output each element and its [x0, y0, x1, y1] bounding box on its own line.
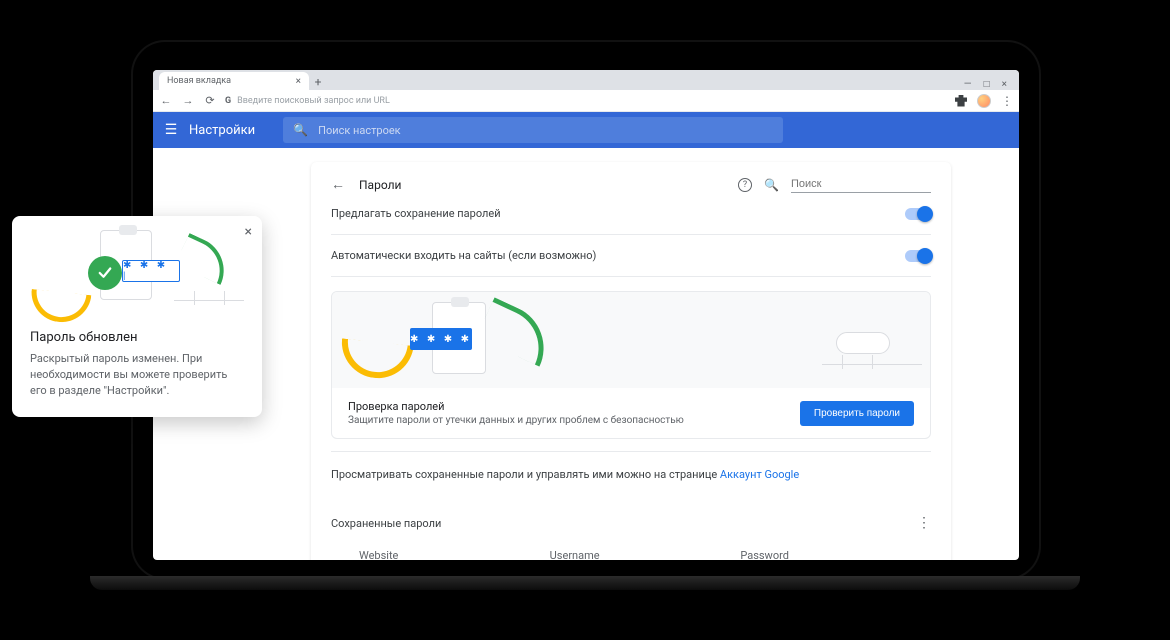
password-updated-toast: × ✱ ✱ ✱ | Пароль обновлен Раскрытый паро… — [12, 216, 262, 417]
fence-icon — [174, 300, 244, 318]
password-check-card: ✱ ✱ ✱ ✱ Проверка паролей Защитите пароли… — [331, 291, 931, 439]
panel-header: ← Пароли ? 🔍 — [331, 176, 931, 193]
tab-close-icon[interactable]: × — [296, 76, 301, 87]
check-passwords-button[interactable]: Проверить пароли — [800, 401, 914, 426]
settings-title: Настройки — [189, 123, 255, 138]
passwords-panel: ← Пароли ? 🔍 Предлагать сохранение парол… — [311, 162, 951, 560]
omnibox-placeholder: Введите поисковый запрос или URL — [237, 96, 390, 106]
toast-close-icon[interactable]: × — [245, 224, 252, 240]
menu-icon[interactable]: ☰ — [153, 122, 189, 138]
window-maximize-icon[interactable]: □ — [984, 79, 990, 90]
row-auto-signin[interactable]: Автоматически входить на сайты (если воз… — [331, 235, 931, 277]
row-label: Автоматически входить на сайты (если воз… — [331, 249, 596, 262]
tab-strip: Новая вкладка × + — □ × — [153, 70, 1019, 90]
address-bar: ← → ⟳ G Введите поисковый запрос или URL… — [153, 90, 1019, 112]
nav-back-icon[interactable]: ← — [159, 94, 173, 107]
success-check-badge-icon — [88, 256, 122, 290]
nav-reload-icon[interactable]: ⟳ — [203, 94, 217, 107]
cloud-icon — [836, 332, 890, 354]
back-icon[interactable]: ← — [331, 176, 345, 193]
toggle-offer-save[interactable] — [905, 208, 931, 220]
password-check-title: Проверка паролей — [348, 400, 684, 413]
window-minimize-icon[interactable]: — — [964, 79, 972, 90]
profile-avatar-icon[interactable] — [977, 94, 991, 108]
panel-title: Пароли — [359, 178, 401, 192]
toggle-auto-signin[interactable] — [905, 250, 931, 262]
col-website: Website — [359, 549, 550, 560]
browser-tab[interactable]: Новая вкладка × — [159, 72, 309, 90]
toast-body: Раскрытый пароль изменен. При необходимо… — [30, 351, 244, 399]
sun-arc-icon — [338, 338, 413, 381]
manage-text: Просматривать сохраненные пароли и управ… — [331, 468, 720, 481]
extensions-icon[interactable] — [955, 95, 967, 107]
password-check-subtitle: Защитите пароли от утечки данных и други… — [348, 415, 684, 426]
panel-search-input[interactable] — [791, 176, 931, 193]
password-chip-icon: ✱ ✱ ✱ | — [122, 260, 180, 282]
saved-passwords-header: Сохраненные пароли ⋮ — [331, 497, 931, 541]
panel-search-icon[interactable]: 🔍 — [764, 178, 779, 192]
manage-passwords-row: Просматривать сохраненные пароли и управ… — [331, 451, 931, 497]
search-engine-icon: G — [225, 96, 231, 106]
nav-forward-icon[interactable]: → — [181, 94, 195, 107]
password-chip-icon: ✱ ✱ ✱ ✱ — [410, 328, 472, 350]
settings-search[interactable]: 🔍 Поиск настроек — [283, 117, 783, 143]
col-username: Username — [550, 549, 741, 560]
window-controls: — □ × — [964, 79, 1013, 90]
google-account-link[interactable]: Аккаунт Google — [720, 468, 799, 481]
tab-title: Новая вкладка — [167, 76, 231, 86]
settings-header: ☰ Настройки 🔍 Поиск настроек — [153, 112, 1019, 148]
sun-arc-icon — [29, 289, 92, 325]
fence-icon — [822, 364, 922, 382]
omnibox[interactable]: G Введите поисковый запрос или URL — [225, 96, 390, 106]
toast-illustration: ✱ ✱ ✱ | — [30, 230, 244, 322]
search-icon: 🔍 — [293, 123, 308, 137]
saved-passwords-menu-icon[interactable]: ⋮ — [917, 515, 931, 531]
toast-title: Пароль обновлен — [30, 330, 244, 345]
green-swoosh-icon — [175, 233, 235, 285]
browser-menu-icon[interactable]: ⋮ — [1001, 94, 1013, 108]
window-close-icon[interactable]: × — [1002, 79, 1007, 90]
help-icon[interactable]: ? — [738, 178, 752, 192]
laptop-base — [90, 576, 1080, 590]
saved-passwords-table-header: Website Username Password — [331, 541, 931, 560]
settings-search-placeholder: Поиск настроек — [318, 124, 401, 137]
password-check-illustration: ✱ ✱ ✱ ✱ — [332, 292, 930, 388]
screen: Новая вкладка × + — □ × ← → ⟳ G Введите … — [153, 70, 1019, 560]
row-label: Предлагать сохранение паролей — [331, 207, 501, 220]
row-offer-save-passwords[interactable]: Предлагать сохранение паролей — [331, 193, 931, 235]
col-password: Password — [740, 549, 931, 560]
saved-passwords-title: Сохраненные пароли — [331, 517, 441, 530]
green-swoosh-icon — [476, 297, 558, 366]
laptop-frame: Новая вкладка × + — □ × ← → ⟳ G Введите … — [131, 40, 1041, 580]
new-tab-button[interactable]: + — [309, 74, 327, 90]
